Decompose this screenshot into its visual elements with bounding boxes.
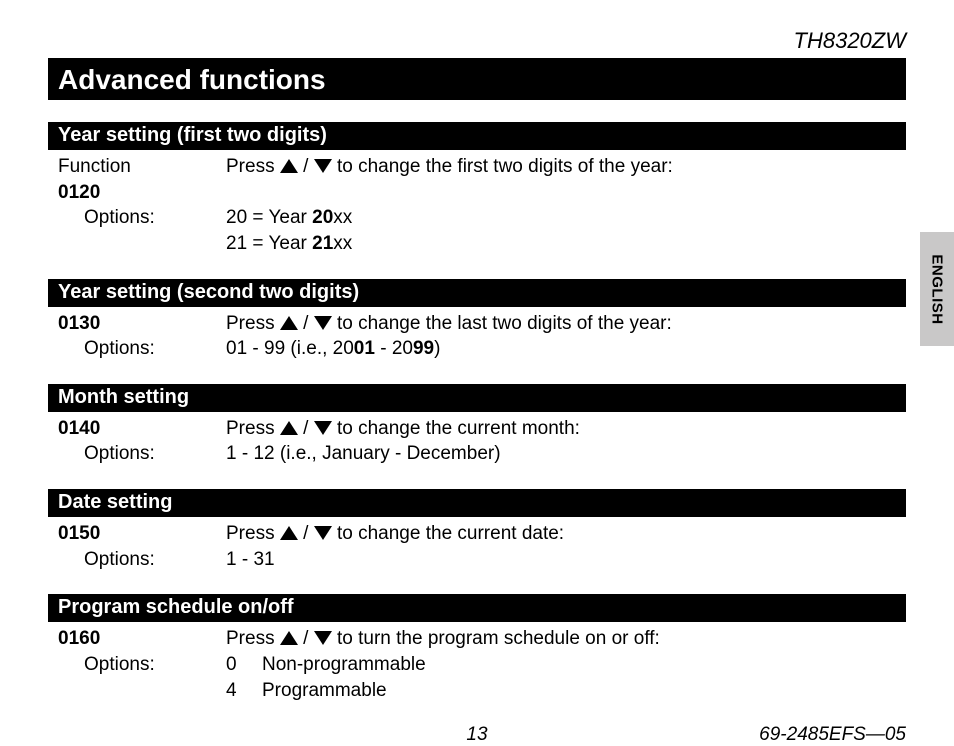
section-body: 0140 Press / to change the current month:…	[48, 412, 906, 481]
section: Year setting (first two digits) Function 0…	[48, 122, 906, 271]
options-label: Options:	[48, 441, 226, 467]
option-code: 4	[226, 678, 262, 704]
press-prefix: Press	[226, 418, 280, 439]
option-line: 20 = Year 20xx	[226, 205, 906, 231]
footer-doc-number: 69-2485EFS—05	[759, 724, 906, 746]
section-body: Function 0120 Press / to change the first …	[48, 150, 906, 271]
language-tab: ENGLISH	[920, 232, 954, 346]
options-value: 01 - 99 (i.e., 2001 - 2099)	[226, 336, 906, 362]
instruction-text: Press / to turn the program schedule on …	[226, 626, 906, 652]
down-arrow-icon	[314, 631, 332, 645]
instruction-suffix: to turn the program schedule on or off:	[332, 628, 660, 649]
down-arrow-icon	[314, 421, 332, 435]
option-label: Non-programmable	[262, 652, 426, 678]
up-arrow-icon	[280, 526, 298, 540]
instruction-suffix: to change the current date:	[332, 523, 564, 544]
language-tab-label: ENGLISH	[929, 254, 946, 324]
options-value: 0Non-programmable4Programmable	[226, 652, 906, 703]
options-label: Options:	[48, 205, 226, 256]
function-code-cell: Function 0120	[48, 154, 226, 205]
section: Year setting (second two digits) 0130 Pres…	[48, 279, 906, 376]
section-title: Date setting	[48, 489, 906, 517]
function-code-cell: 0150	[48, 521, 226, 547]
function-code-cell: 0130	[48, 311, 226, 337]
instruction-suffix: to change the current month:	[332, 418, 580, 439]
press-prefix: Press	[226, 523, 280, 544]
option-label: Programmable	[262, 678, 387, 704]
arrow-separator: /	[298, 418, 314, 439]
section-body: 0150Press / to change the current date:O…	[48, 517, 906, 586]
arrow-separator: /	[298, 156, 314, 177]
function-code: 0160	[58, 628, 100, 649]
press-prefix: Press	[226, 156, 280, 177]
instruction-text: Press / to change the current month:	[226, 416, 906, 442]
section-body: 0160 Press / to turn the program schedule…	[48, 622, 906, 717]
instruction-suffix: to change the first two digits of the ye…	[332, 156, 673, 177]
option-line: 0Non-programmable	[226, 652, 906, 678]
function-code: 0140	[58, 418, 100, 439]
section-body: 0130 Press / to change the last two digit…	[48, 307, 906, 376]
press-prefix: Press	[226, 628, 280, 649]
arrow-separator: /	[298, 523, 314, 544]
up-arrow-icon	[280, 316, 298, 330]
section-title: Month setting	[48, 384, 906, 412]
instruction-text: Press / to change the last two digits of…	[226, 311, 906, 337]
options-value: 1 - 12 (i.e., January - December)	[226, 441, 906, 467]
sections-container: Year setting (first two digits) Function 0…	[48, 122, 906, 717]
section: Month setting 0140 Press / to change the c…	[48, 384, 906, 481]
section: Date setting 0150 Press / to change the cu…	[48, 489, 906, 586]
option-line: 21 = Year 21xx	[226, 231, 906, 257]
up-arrow-icon	[280, 631, 298, 645]
arrow-separator: /	[298, 313, 314, 334]
instruction-text: Press / to change the current date:	[226, 521, 906, 547]
section-title: Year setting (second two digits)	[48, 279, 906, 307]
up-arrow-icon	[280, 159, 298, 173]
instruction-text: Press / to change the first two digits o…	[226, 154, 906, 205]
options-label: Options:	[48, 652, 226, 703]
up-arrow-icon	[280, 421, 298, 435]
section-title: Program schedule on/off	[48, 594, 906, 622]
page-title: Advanced functions	[48, 58, 906, 100]
function-code: 0150	[58, 523, 100, 544]
section-title: Year setting (first two digits)	[48, 122, 906, 150]
section: Program schedule on/off 0160 Press / to tu…	[48, 594, 906, 717]
options-value: 1 - 31	[226, 547, 906, 573]
down-arrow-icon	[314, 159, 332, 173]
instruction-suffix: to change the last two digits of the yea…	[332, 313, 672, 334]
options-value: 20 = Year 20xx21 = Year 21xx	[226, 205, 906, 256]
option-code: 0	[226, 652, 262, 678]
options-label: Options:	[48, 547, 226, 573]
options-label: Options:	[48, 336, 226, 362]
function-code: 0120	[58, 182, 100, 203]
option-line: 4Programmable	[226, 678, 906, 704]
function-label: Function	[58, 156, 131, 177]
function-code: 0130	[58, 313, 100, 334]
function-code-cell: 0160	[48, 626, 226, 652]
press-prefix: Press	[226, 313, 280, 334]
down-arrow-icon	[314, 316, 332, 330]
arrow-separator: /	[298, 628, 314, 649]
header-model: TH8320ZW	[48, 28, 906, 58]
function-code-cell: 0140	[48, 416, 226, 442]
down-arrow-icon	[314, 526, 332, 540]
